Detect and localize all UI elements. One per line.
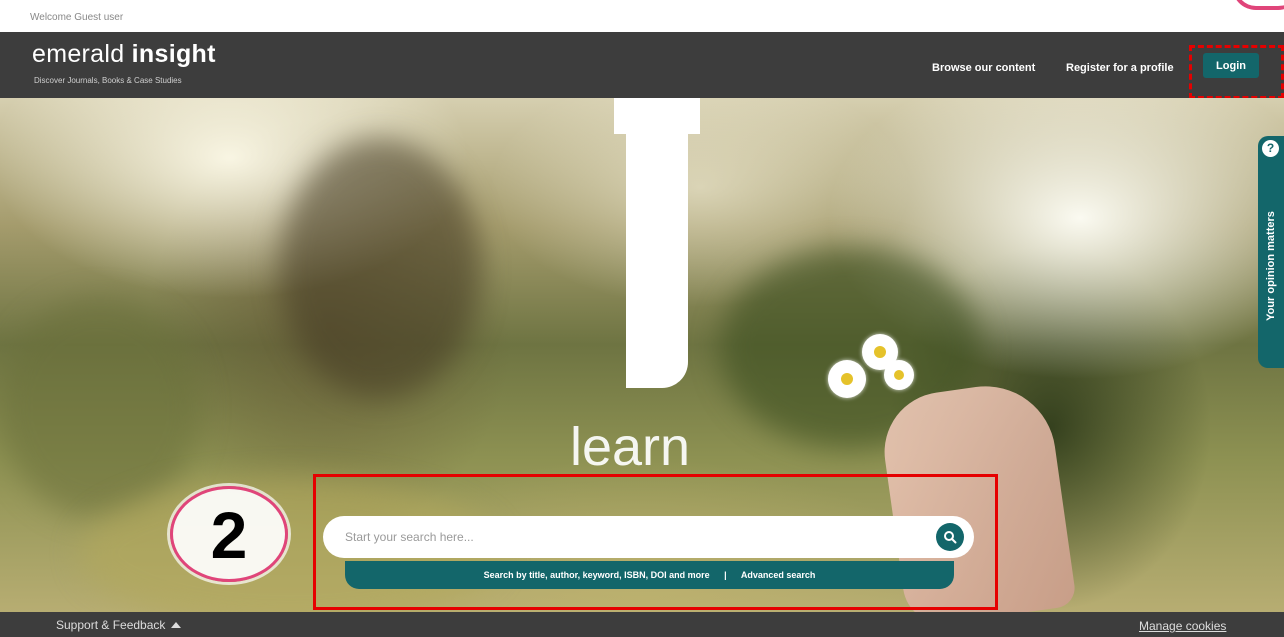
register-profile-link[interactable]: Register for a profile [1066,62,1174,74]
caret-up-icon [171,622,182,628]
feedback-tab-label: Your opinion matters [1265,211,1277,321]
daisy-center [841,373,853,385]
search-button[interactable] [936,523,964,551]
welcome-text: Welcome Guest user [30,12,124,23]
advanced-search-link[interactable]: Advanced search [741,570,816,580]
search-hint-text: Search by title, author, keyword, ISBN, … [483,570,710,580]
footer-bar: Support & Feedback Manage cookies [0,612,1284,637]
logo-letter-i-stem [626,98,688,388]
site-logo[interactable]: emerald insight [32,40,216,69]
feedback-tab[interactable]: ? Your opinion matters [1258,136,1284,368]
manage-cookies-link[interactable]: Manage cookies [1139,619,1226,633]
support-feedback-toggle[interactable]: Support & Feedback [56,618,182,632]
step-number-badge: 2 [170,486,288,582]
support-feedback-label: Support & Feedback [56,618,166,632]
logo-text-light: emerald [32,40,125,68]
step-number: 2 [210,498,248,572]
background-foliage [0,298,200,518]
question-icon: ? [1262,140,1279,157]
logo-text-bold: insight [131,40,216,68]
search-input[interactable] [345,522,905,552]
hint-separator: | [724,570,727,580]
search-bar [323,516,974,558]
search-hints-bar: Search by title, author, keyword, ISBN, … [345,561,954,589]
background-tree [280,138,480,398]
daisy-center [894,370,904,380]
login-button[interactable]: Login [1203,53,1259,78]
hero-word: learn [570,417,691,477]
top-bar: emerald insight Discover Journals, Books… [0,32,1284,98]
welcome-strip: Welcome Guest user [0,0,1284,32]
search-icon [944,531,957,544]
browse-content-link[interactable]: Browse our content [932,62,1035,74]
daisy-center [874,346,886,358]
logo-tagline: Discover Journals, Books & Case Studies [34,76,182,85]
